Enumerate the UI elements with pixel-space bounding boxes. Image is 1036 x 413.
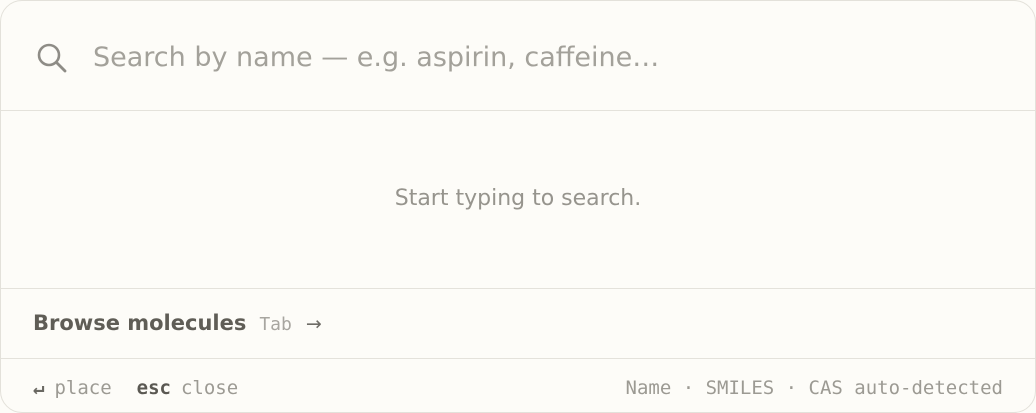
search-input[interactable] bbox=[93, 35, 993, 79]
results-panel: Start typing to search. bbox=[1, 111, 1035, 289]
enter-icon: ↵ bbox=[33, 377, 45, 399]
browse-molecules-label: Browse molecules bbox=[33, 311, 247, 335]
search-icon bbox=[36, 42, 68, 74]
hint-close: esc close bbox=[137, 377, 239, 399]
command-palette: Start typing to search. Browse molecules… bbox=[0, 0, 1036, 413]
hint-place: ↵ place bbox=[33, 377, 112, 399]
empty-state-message: Start typing to search. bbox=[394, 186, 642, 211]
tab-key-hint: Tab bbox=[259, 314, 292, 335]
auto-detect-note: Name · SMILES · CAS auto-detected bbox=[625, 377, 1004, 399]
hint-place-label: place bbox=[54, 377, 112, 399]
search-bar bbox=[1, 1, 1035, 111]
browse-molecules-button[interactable]: Browse molecules Tab → bbox=[33, 311, 322, 335]
footer-hints: ↵ place esc close Name · SMILES · CAS au… bbox=[1, 359, 1035, 412]
hint-close-label: close bbox=[180, 377, 239, 399]
arrow-right-icon: → bbox=[305, 313, 322, 335]
esc-key: esc bbox=[136, 377, 171, 399]
keyboard-hints: ↵ place esc close bbox=[33, 377, 238, 399]
browse-section: Browse molecules Tab → bbox=[1, 289, 1035, 359]
